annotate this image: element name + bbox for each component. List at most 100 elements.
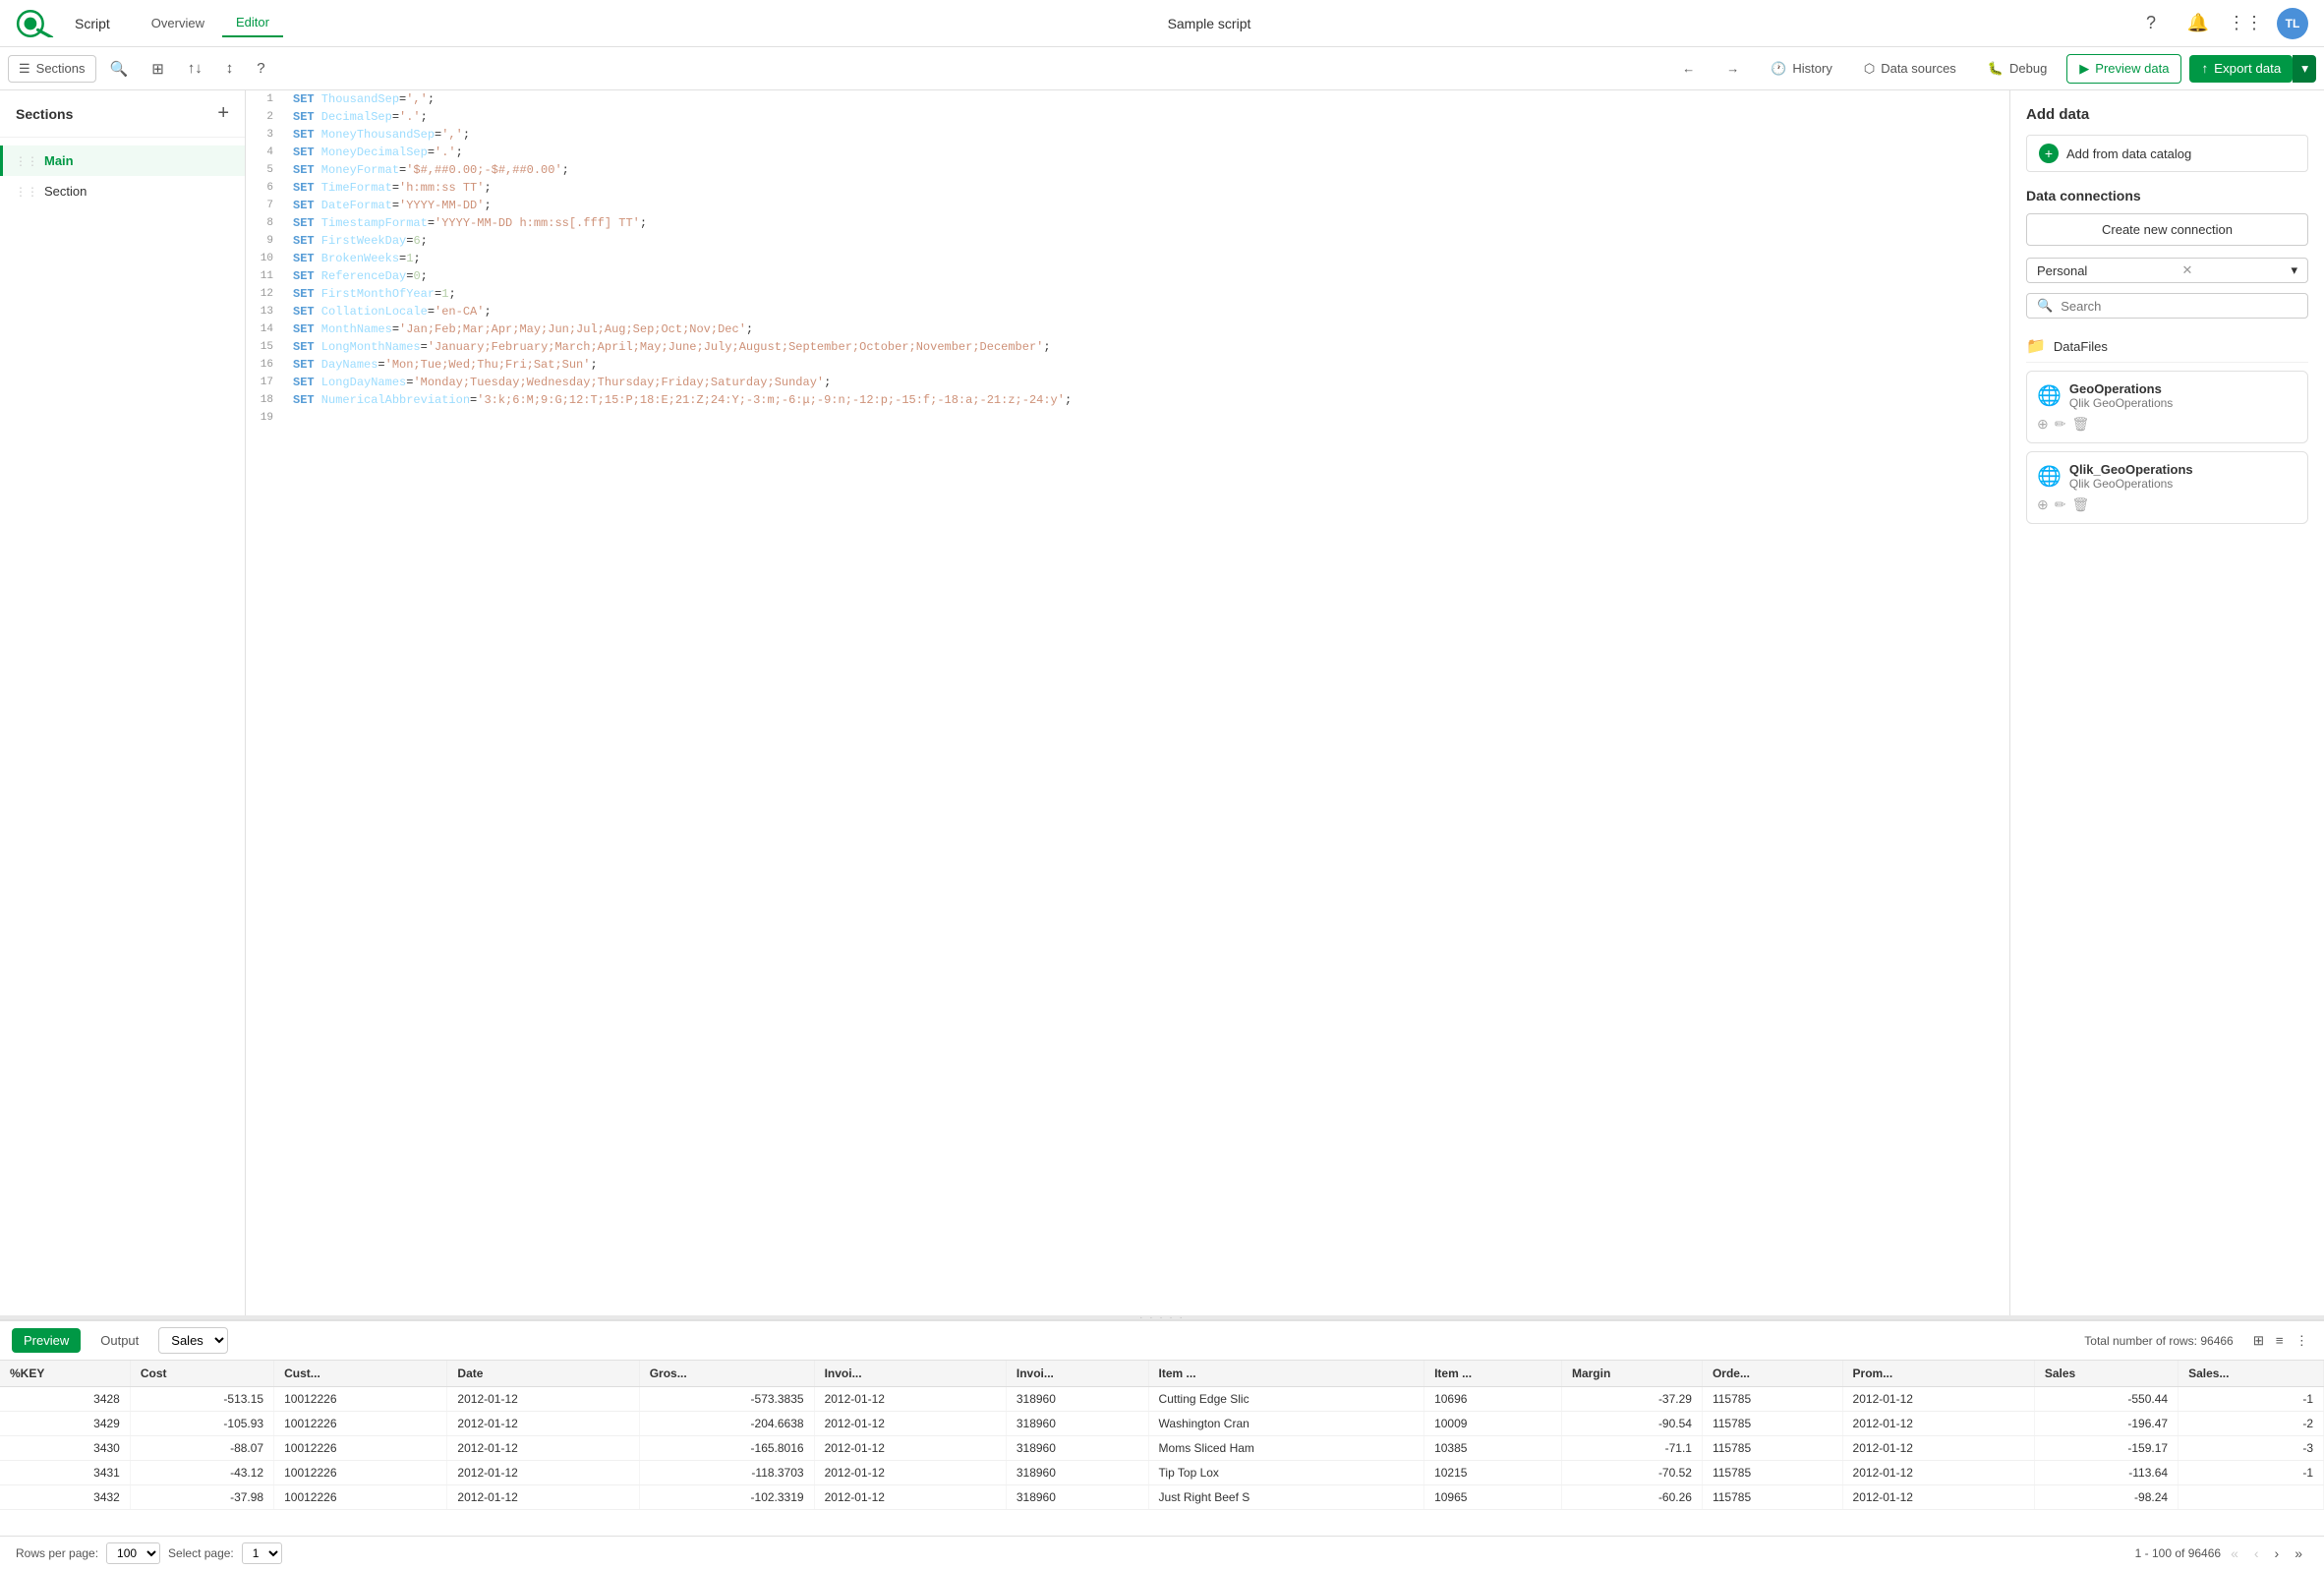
debug-button[interactable]: 🐛 Debug [1976,55,2060,83]
table-cell: -204.6638 [639,1412,814,1436]
apps-button[interactable]: ⋮⋮ [2230,8,2261,39]
delete-connection-button[interactable]: 🗑 [2071,416,2089,433]
line-content: SET FirstMonthOfYear=1; [285,285,2009,303]
col-header-date[interactable]: Date [447,1361,639,1387]
line-content: SET MoneyThousandSep=','; [285,126,2009,144]
col-header-gross[interactable]: Gros... [639,1361,814,1387]
col-header-inv1[interactable]: Invoi... [814,1361,1006,1387]
folder-icon: 📁 [2026,336,2046,356]
code-line: 8SET TimestampFormat='YYYY-MM-DD h:mm:ss… [246,214,2009,232]
line-number: 7 [246,197,285,214]
table-cell: 10012226 [274,1485,447,1510]
preview-data-button[interactable]: ▶ Preview data [2066,54,2181,84]
col-header-item1[interactable]: Item ... [1148,1361,1424,1387]
play-icon: ▶ [2079,61,2089,77]
code-editor[interactable]: 1SET ThousandSep=',';2SET DecimalSep='.'… [246,90,2009,1315]
list-view-button[interactable]: ≡ [2272,1329,2288,1353]
code-line: 15SET LongMonthNames='January;February;M… [246,338,2009,356]
line-number: 5 [246,161,285,179]
connections-list: 🌐 GeoOperations Qlik GeoOperations ⊕ ✏ 🗑… [2026,371,2308,532]
export-data-button[interactable]: ↑ Export data [2189,55,2293,83]
output-tab-button[interactable]: Output [88,1328,150,1353]
table-cell: 10965 [1424,1485,1562,1510]
help-button[interactable]: ? [2135,8,2167,39]
col-header-cust[interactable]: Cust... [274,1361,447,1387]
sections-toggle-button[interactable]: ☰ Sections [8,55,96,83]
next-page-button[interactable]: › [2269,1542,2286,1564]
edit-connection-button[interactable]: ✏ [2055,496,2066,513]
line-content [285,409,2009,427]
col-header-key[interactable]: %KEY [0,1361,130,1387]
redo-button[interactable]: → [1714,55,1751,82]
create-connection-button[interactable]: Create new connection [2026,213,2308,246]
collapse-button[interactable]: ↑↓ [178,54,212,83]
history-button[interactable]: 🕐 History [1759,55,1844,83]
rows-per-page-select[interactable]: 100 [106,1542,160,1564]
help-code-button[interactable]: ? [247,54,274,83]
table-cell: 3432 [0,1485,130,1510]
debug-icon: 🐛 [1988,61,2004,77]
datafiles-folder[interactable]: 📁 DataFiles [2026,330,2308,363]
edit-connection-button[interactable]: ✏ [2055,416,2066,433]
editor-area: 1SET ThousandSep=',';2SET DecimalSep='.'… [246,90,2009,1315]
sidebar-item-main[interactable]: ⋮⋮ Main 🗑 [0,145,245,176]
preview-tab-button[interactable]: Preview [12,1328,81,1353]
last-page-button[interactable]: » [2289,1542,2308,1564]
select-connection-button[interactable]: ⊕ [2037,496,2049,513]
clear-filter-icon[interactable]: ✕ [2181,262,2192,278]
col-header-margin[interactable]: Margin [1561,1361,1702,1387]
search-button[interactable]: 🔍 [100,54,139,84]
table-cell: 2012-01-12 [1842,1436,2034,1461]
line-content: SET NumericalAbbreviation='3:k;6:M;9:G;1… [285,391,2009,409]
delete-connection-button[interactable]: 🗑 [2071,496,2089,513]
table-cell: 2012-01-12 [1842,1461,2034,1485]
column-view-button[interactable]: ⋮ [2292,1329,2312,1353]
nav-tab-editor[interactable]: Editor [222,9,283,37]
table-row: 3432-37.98100122262012-01-12-102.3319201… [0,1485,2324,1510]
prev-page-button[interactable]: ‹ [2248,1542,2265,1564]
select-connection-button[interactable]: ⊕ [2037,416,2049,433]
page-select[interactable]: 1 [242,1542,282,1564]
grid-view-button[interactable]: ⊞ [2249,1329,2268,1353]
expand-button[interactable]: ↕ [216,54,244,83]
avatar[interactable]: TL [2277,8,2308,39]
col-header-prom[interactable]: Prom... [1842,1361,2034,1387]
search-connections: 🔍 [2026,293,2308,319]
history-icon: 🕐 [1771,61,1786,77]
code-line: 9SET FirstWeekDay=6; [246,232,2009,250]
col-header-salesn[interactable]: Sales... [2179,1361,2324,1387]
table-select[interactable]: Sales [158,1327,228,1354]
connection-item-geooperations: 🌐 GeoOperations Qlik GeoOperations ⊕ ✏ 🗑 [2026,371,2308,443]
code-line: 14SET MonthNames='Jan;Feb;Mar;Apr;May;Ju… [246,320,2009,338]
line-number: 18 [246,391,285,409]
sidebar-item-section[interactable]: ⋮⋮ Section 🗑 [0,176,245,206]
col-header-sales[interactable]: Sales [2034,1361,2178,1387]
col-header-inv2[interactable]: Invoi... [1006,1361,1148,1387]
connection-item-qlik-geooperations: 🌐 Qlik_GeoOperations Qlik GeoOperations … [2026,451,2308,524]
add-from-catalog-button[interactable]: + Add from data catalog [2026,135,2308,172]
sidebar-title: Sections [16,106,73,122]
nav-tab-overview[interactable]: Overview [138,9,218,37]
minimap-button[interactable]: ⊞ [142,54,174,84]
notifications-button[interactable]: 🔔 [2182,8,2214,39]
col-header-item2[interactable]: Item ... [1424,1361,1562,1387]
first-page-button[interactable]: « [2225,1542,2244,1564]
globe-icon: 🌐 [2037,383,2062,408]
data-sources-button[interactable]: ⬡ Data sources [1852,55,1968,83]
table-cell: 3428 [0,1387,130,1412]
add-data-title: Add data [2026,106,2308,123]
table-cell: -513.15 [130,1387,273,1412]
table-cell: -60.26 [1561,1485,1702,1510]
table-cell: -105.93 [130,1412,273,1436]
undo-button[interactable]: ← [1670,55,1707,82]
table-cell: Just Right Beef S [1148,1485,1424,1510]
add-section-button[interactable]: + [217,102,229,125]
line-content: SET DecimalSep='.'; [285,108,2009,126]
line-content: SET DayNames='Mon;Tue;Wed;Thu;Fri;Sat;Su… [285,356,2009,374]
search-input[interactable] [2061,299,2297,314]
table-cell: -550.44 [2034,1387,2178,1412]
export-dropdown-button[interactable]: ▾ [2293,55,2316,83]
filter-select[interactable]: Personal ✕ ▾ [2026,258,2308,283]
col-header-cost[interactable]: Cost [130,1361,273,1387]
col-header-order[interactable]: Orde... [1702,1361,1842,1387]
